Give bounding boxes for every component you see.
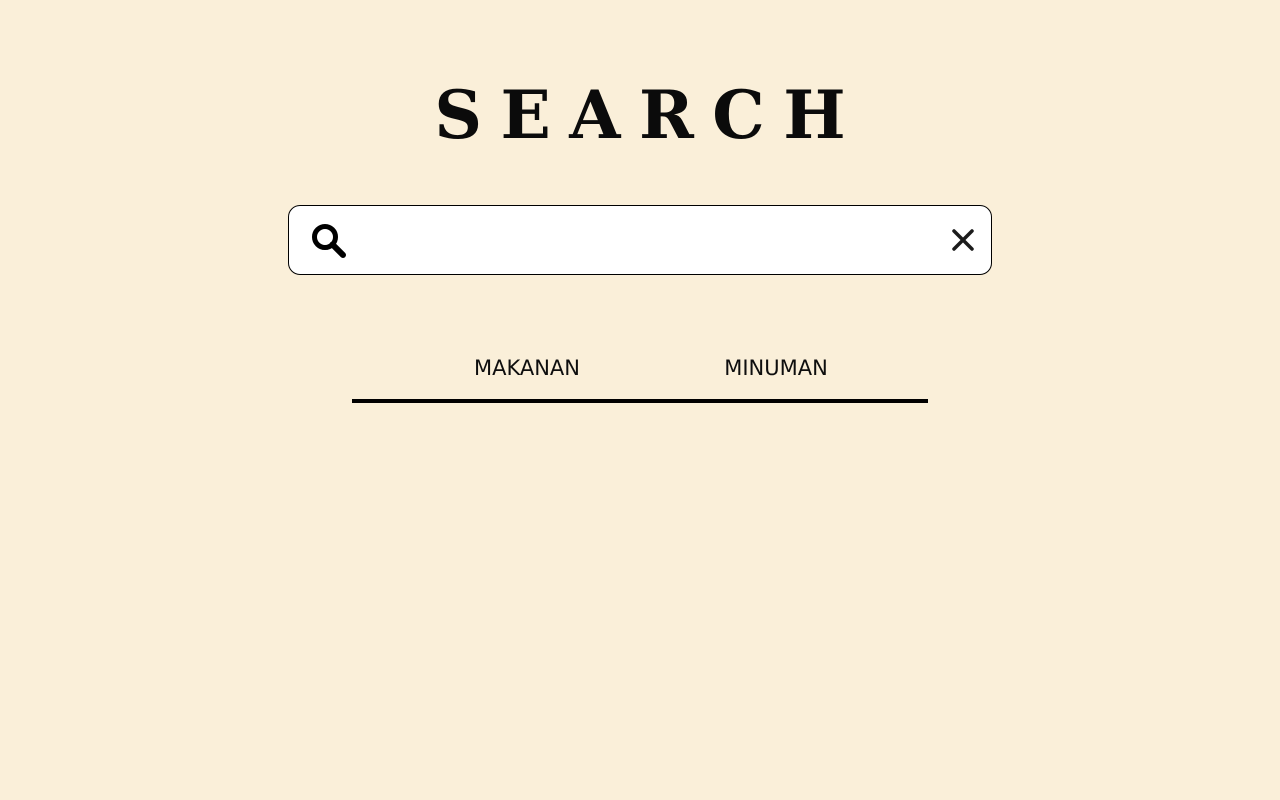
search-bar[interactable] <box>288 205 992 275</box>
tab-makanan[interactable]: MAKANAN <box>447 352 607 384</box>
search-input[interactable] <box>361 214 921 266</box>
tab-minuman[interactable]: MINUMAN <box>696 352 856 384</box>
close-icon <box>952 229 974 251</box>
page-title: SEARCH <box>434 76 865 154</box>
tabs-underline <box>352 399 928 403</box>
search-icon[interactable] <box>309 221 349 261</box>
category-tabs: MAKANAN MINUMAN <box>352 340 928 404</box>
clear-search-button[interactable] <box>943 220 983 260</box>
